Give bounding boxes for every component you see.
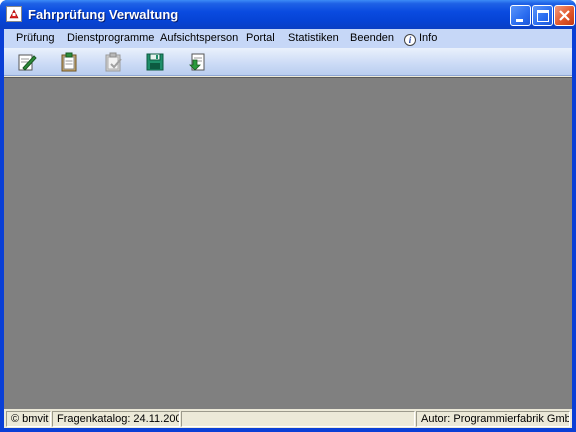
edit-icon bbox=[18, 54, 37, 71]
edit-button[interactable] bbox=[14, 50, 40, 74]
close-icon bbox=[559, 10, 570, 21]
menu-dienstprogramme[interactable]: Dienstprogramme bbox=[61, 29, 160, 48]
maximize-button[interactable] bbox=[532, 5, 553, 26]
import-button[interactable] bbox=[184, 50, 210, 74]
menu-beenden[interactable]: Beenden bbox=[344, 29, 400, 48]
status-copyright: © bmvit bbox=[6, 411, 51, 427]
maximize-icon bbox=[537, 10, 549, 22]
clipboard-check-button[interactable] bbox=[100, 50, 126, 74]
menu-bar: Prüfung Dienstprogramme Aufsichtsperson … bbox=[4, 29, 572, 48]
client-area: Prüfung Dienstprogramme Aufsichtsperson … bbox=[4, 29, 572, 428]
menu-info-label: Info bbox=[419, 32, 438, 44]
window-title: Fahrprüfung Verwaltung bbox=[28, 7, 179, 22]
title-bar[interactable]: Fahrprüfung Verwaltung bbox=[0, 0, 576, 29]
clipboard-icon bbox=[61, 52, 77, 72]
clipboard-button[interactable] bbox=[56, 50, 82, 74]
minimize-icon bbox=[516, 19, 523, 22]
status-catalog: Fragenkatalog: 24.11.2008 bbox=[52, 411, 180, 427]
import-icon bbox=[189, 53, 205, 71]
status-empty bbox=[181, 411, 415, 427]
menu-pruefung[interactable]: Prüfung bbox=[10, 29, 61, 48]
clipboard-check-icon bbox=[105, 52, 122, 72]
status-bar: © bmvit Fragenkatalog: 24.11.2008 Autor:… bbox=[4, 409, 572, 428]
app-window: Fahrprüfung Verwaltung Prüfung Dienstpro… bbox=[0, 0, 576, 432]
save-icon bbox=[146, 53, 164, 71]
app-icon[interactable] bbox=[6, 6, 22, 22]
status-author: Autor: Programmierfabrik GmbH bbox=[416, 411, 570, 427]
menu-portal[interactable]: Portal bbox=[240, 29, 281, 48]
close-button[interactable] bbox=[554, 5, 575, 26]
menu-statistiken[interactable]: Statistiken bbox=[282, 29, 345, 48]
menu-info[interactable]: i Info bbox=[398, 29, 443, 48]
info-icon: i bbox=[404, 34, 416, 46]
toolbar bbox=[4, 48, 572, 76]
save-button[interactable] bbox=[142, 50, 168, 74]
minimize-button[interactable] bbox=[510, 5, 531, 26]
menu-aufsichtsperson[interactable]: Aufsichtsperson bbox=[154, 29, 244, 48]
mdi-workspace[interactable] bbox=[4, 77, 572, 409]
